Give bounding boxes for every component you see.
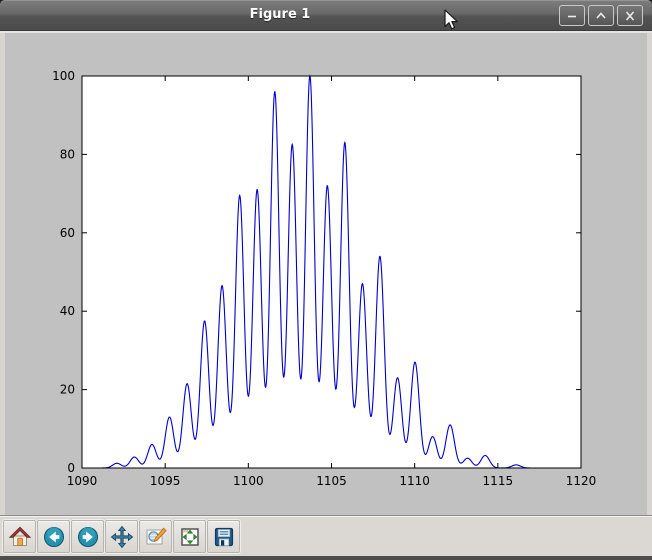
minimize-icon <box>568 15 576 17</box>
plot-svg[interactable]: 1090 1095 1100 1105 1110 1115 1120 0 20 40 60 80 100 <box>5 33 647 515</box>
y-tick-label: 60 <box>60 226 75 240</box>
x-tick-label: 1120 <box>566 474 597 488</box>
x-tick-label: 1100 <box>233 474 264 488</box>
y-tick-label: 40 <box>60 304 75 318</box>
close-button[interactable] <box>617 5 643 26</box>
x-tick-label: 1095 <box>150 474 181 488</box>
pan-icon <box>110 525 133 548</box>
minimize-button[interactable] <box>559 5 585 26</box>
figure-canvas[interactable]: 1090 1095 1100 1105 1110 1115 1120 0 20 40 60 80 100 <box>5 33 647 515</box>
forward-icon <box>77 526 98 547</box>
maximize-icon <box>596 11 606 19</box>
back-button[interactable] <box>37 520 70 553</box>
x-tick-label: 1115 <box>483 474 514 488</box>
y-tick-label: 100 <box>52 69 75 83</box>
save-button[interactable] <box>207 520 240 553</box>
configure-subplots-icon <box>180 527 199 546</box>
titlebar[interactable]: Figure 1 <box>0 0 652 31</box>
window-bottom-border <box>0 556 652 560</box>
mouse-cursor <box>444 9 458 30</box>
configure-subplots-button[interactable] <box>173 520 206 553</box>
forward-button[interactable] <box>71 520 104 553</box>
close-icon <box>625 10 635 21</box>
figure-window: Figure 1 1090 1095 1100 1105 1110 1115 1120 0 20… <box>0 0 652 560</box>
home-button[interactable] <box>3 520 36 553</box>
save-icon <box>214 527 233 546</box>
y-tick-label: 0 <box>67 461 75 475</box>
zoom-to-rect-button[interactable] <box>139 520 172 553</box>
x-tick-label: 1105 <box>316 474 347 488</box>
maximize-button[interactable] <box>588 5 614 26</box>
home-icon <box>8 526 31 546</box>
window-title: Figure 1 <box>249 7 311 22</box>
x-tick-label: 1110 <box>399 474 430 488</box>
y-tick-label: 80 <box>60 147 75 161</box>
pan-button[interactable] <box>105 520 138 553</box>
navigation-toolbar <box>0 517 652 556</box>
back-icon <box>43 526 64 547</box>
zoom-to-rect-icon <box>146 527 167 544</box>
x-tick-label: 1090 <box>67 474 98 488</box>
y-tick-label: 20 <box>60 383 75 397</box>
